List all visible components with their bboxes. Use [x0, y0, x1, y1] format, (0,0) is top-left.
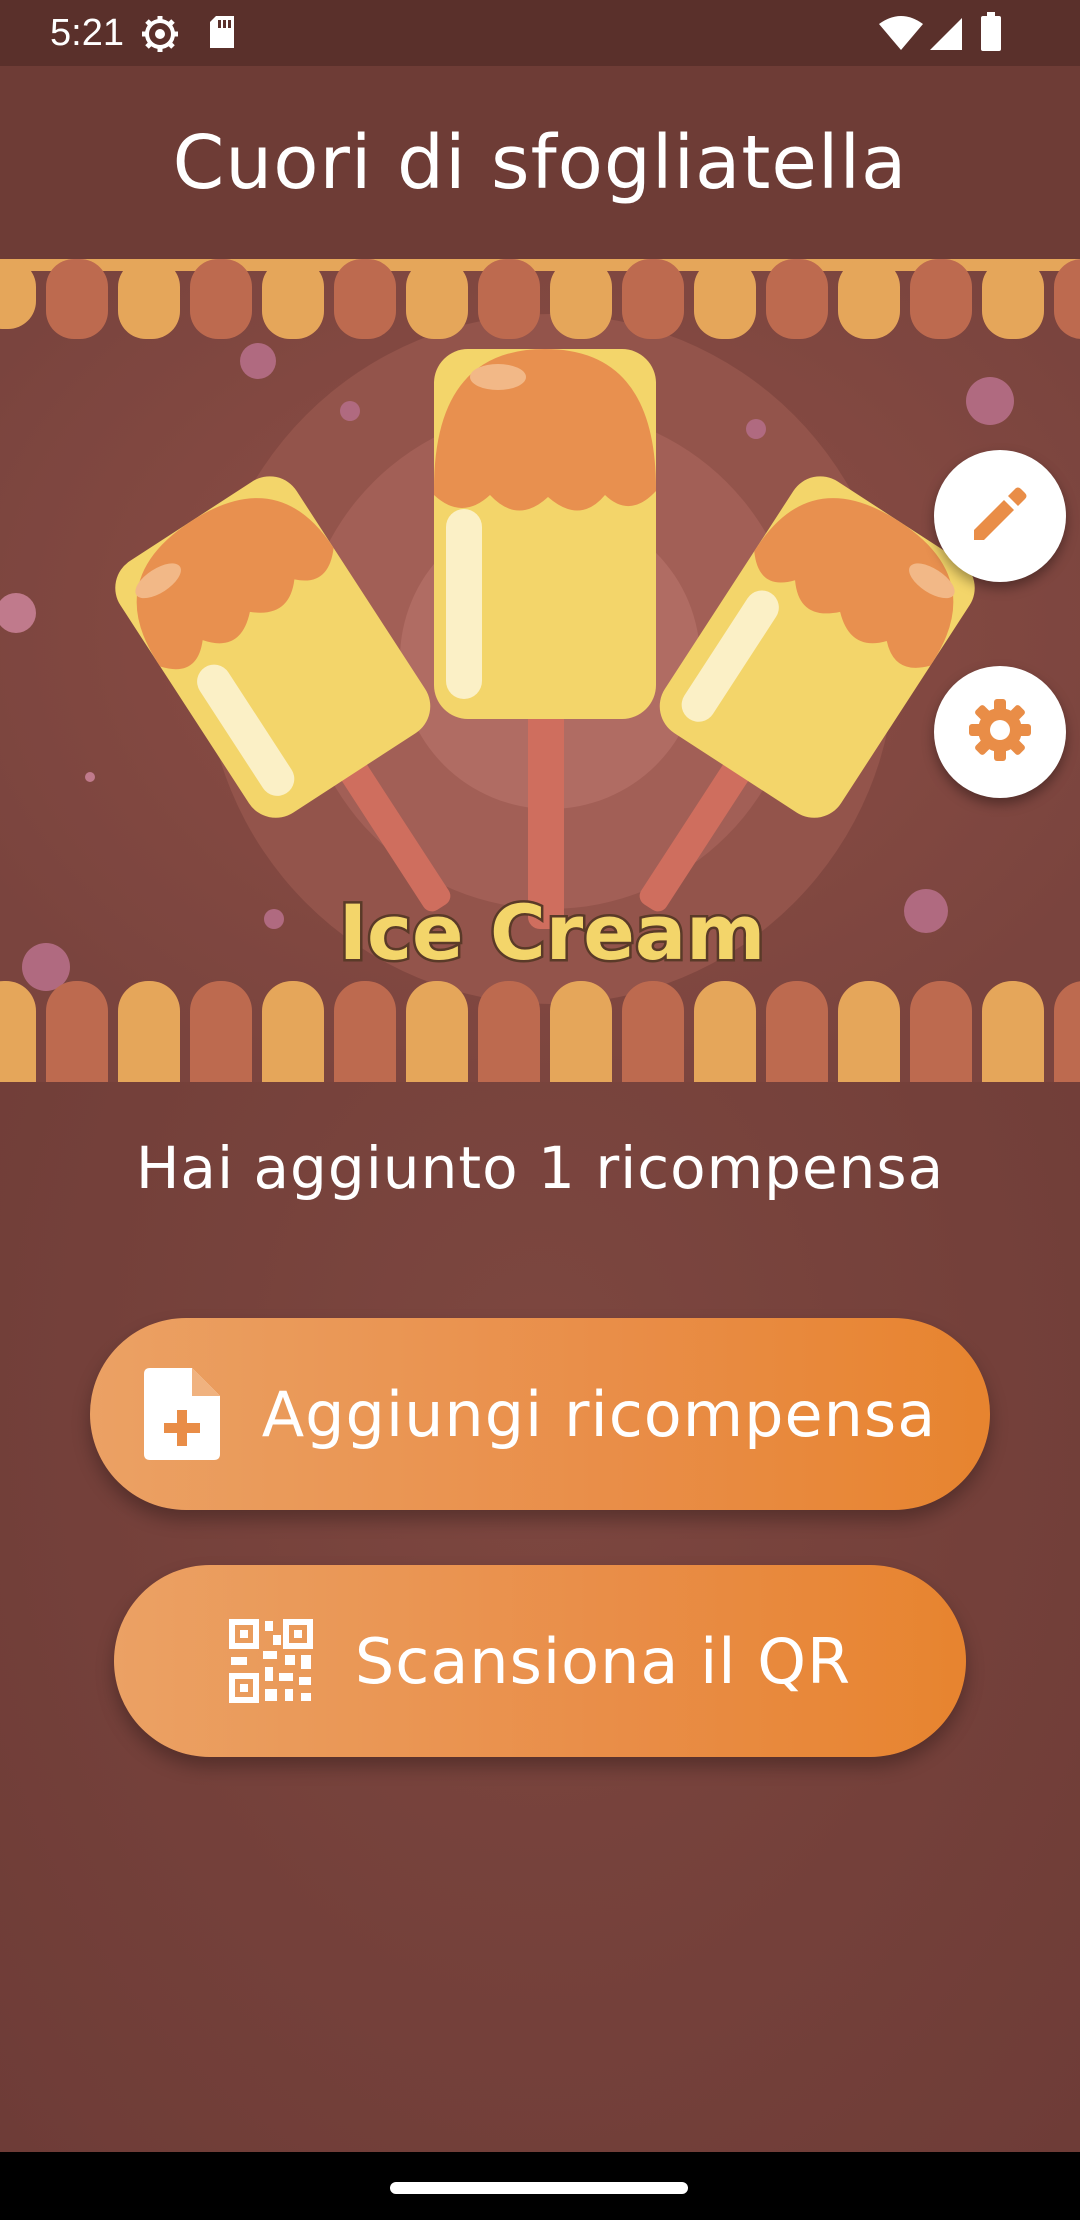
add-reward-button[interactable]: Aggiungi ricompensa [90, 1318, 990, 1510]
status-bar: 5:21 [0, 0, 1080, 66]
navigation-bar [0, 2152, 1080, 2220]
reward-status-text: Hai aggiunto 1 ricompensa [135, 1134, 945, 1202]
home-gesture-handle[interactable] [390, 2182, 688, 2194]
scan-qr-label: Scansiona il QR [354, 1624, 852, 1698]
file-plus-icon [143, 1368, 220, 1460]
add-reward-label: Aggiungi ricompensa [261, 1377, 937, 1451]
banner-caption: Ice Cream [339, 888, 766, 977]
gear-icon [967, 697, 1033, 767]
status-time: 5:21 [50, 12, 124, 54]
wifi-icon [878, 16, 924, 56]
settings-button[interactable] [934, 666, 1066, 798]
pencil-icon [968, 482, 1032, 550]
edit-button[interactable] [934, 450, 1066, 582]
ice-cream-illustration: Ice Cream [0, 259, 1080, 1082]
app-header: Cuori di sfogliatella [0, 66, 1080, 259]
banner-image: Ice Cream [0, 259, 1080, 1082]
page-title: Cuori di sfogliatella [172, 119, 908, 206]
sd-card-icon [208, 14, 236, 54]
qr-code-icon [228, 1619, 313, 1703]
scan-qr-button[interactable]: Scansiona il QR [114, 1565, 966, 1757]
signal-icon [928, 16, 964, 56]
settings-gear-icon [140, 14, 180, 58]
battery-icon [980, 12, 1002, 56]
